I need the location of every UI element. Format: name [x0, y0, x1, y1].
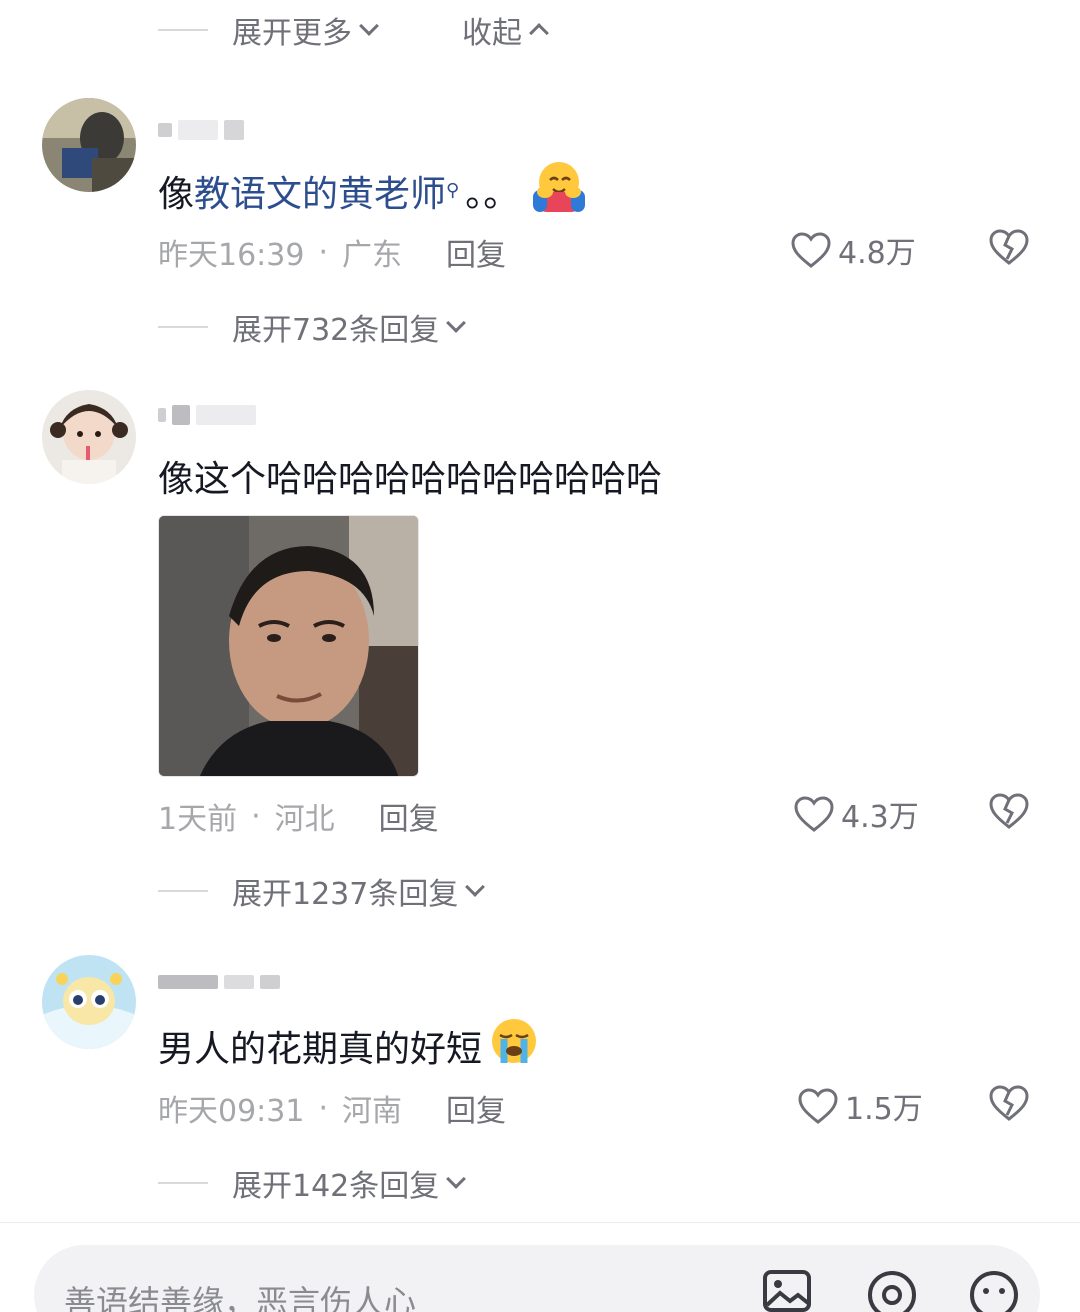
broken-heart-icon — [989, 229, 1029, 265]
image-icon — [763, 1270, 811, 1312]
divider-line — [158, 326, 208, 328]
comment-input-bar: 善语结善缘，恶言伤人心 — [0, 1222, 1080, 1312]
expand-replies-label: 展开142条回复 — [232, 1169, 440, 1204]
expand-more-button[interactable]: 展开更多 — [232, 8, 379, 52]
username-blur — [260, 975, 280, 989]
like-count: 4.8万 — [838, 236, 916, 271]
comment-search-link[interactable]: 教语文的黄老师 — [194, 165, 446, 217]
dislike-button[interactable] — [988, 792, 1030, 834]
comment-time: 昨天09:31 — [158, 1094, 305, 1129]
loudly-crying-face-emoji — [486, 1015, 542, 1076]
image-picker-button[interactable] — [762, 1269, 812, 1312]
comment-input-placeholder: 善语结善缘，恶言伤人心 — [64, 1283, 417, 1312]
like-button[interactable]: 4.3万 — [793, 792, 919, 836]
meta-separator: · — [318, 234, 329, 270]
expand-replies-label: 展开732条回复 — [232, 313, 440, 348]
search-icon: ⚲ — [446, 180, 460, 201]
heart-icon — [798, 1088, 838, 1124]
comment-image[interactable] — [158, 515, 419, 777]
comment-meta: 昨天09:31 · 河南 回复 — [158, 1086, 506, 1130]
username[interactable] — [158, 120, 244, 140]
comment-location: 河北 — [274, 802, 335, 837]
broken-heart-icon — [989, 1085, 1029, 1121]
like-button[interactable]: 4.8万 — [790, 228, 916, 272]
chevron-down-icon — [446, 313, 467, 333]
comment-text: 男人的花期真的好短 — [158, 1015, 542, 1076]
avatar[interactable] — [42, 98, 136, 192]
username-blur — [158, 408, 166, 422]
at-icon — [868, 1271, 916, 1312]
smile-icon — [970, 1271, 1018, 1312]
collapse-label: 收起 — [462, 16, 522, 51]
comment-text-plain: 像 — [158, 173, 195, 215]
expand-more-label: 展开更多 — [232, 16, 352, 51]
comment-location: 广东 — [342, 238, 403, 273]
username-blur — [224, 120, 244, 140]
divider-line — [158, 890, 208, 892]
divider-line — [158, 29, 208, 31]
like-count: 4.3万 — [841, 800, 919, 835]
chevron-up-icon — [529, 23, 549, 43]
expand-replies-row[interactable]: 展开142条回复 — [158, 1161, 467, 1205]
mention-button[interactable] — [866, 1269, 918, 1312]
chevron-down-icon — [465, 877, 486, 897]
username-blur — [224, 975, 254, 989]
username-blur — [172, 405, 190, 425]
comment-time: 1天前 — [158, 802, 238, 837]
avatar[interactable] — [42, 390, 136, 484]
chevron-down-icon — [446, 1169, 467, 1189]
comment-text-content: 男人的花期真的好短 — [158, 1028, 483, 1070]
comment-text: 像 教语文的黄老师 ⚲ 。。 — [158, 158, 587, 223]
like-count: 1.5万 — [845, 1092, 923, 1127]
username-blur — [158, 975, 218, 989]
comment-time: 昨天16:39 — [158, 238, 305, 273]
username[interactable] — [158, 975, 280, 989]
hugging-face-emoji — [531, 158, 587, 223]
username-blur — [196, 405, 256, 425]
username[interactable] — [158, 405, 256, 425]
comment-location: 河南 — [342, 1094, 403, 1129]
reply-button[interactable]: 回复 — [379, 794, 439, 838]
expand-replies-row[interactable]: 展开1237条回复 — [158, 869, 486, 913]
comment-text-tail: 。。 — [465, 173, 520, 215]
broken-heart-icon — [989, 793, 1029, 829]
comment-meta: 1天前 · 河北 回复 — [158, 794, 439, 838]
reply-button[interactable]: 回复 — [446, 1086, 506, 1130]
comment-text: 像这个哈哈哈哈哈哈哈哈哈哈哈 — [158, 450, 662, 502]
expand-replies-label: 展开1237条回复 — [232, 877, 459, 912]
comment-meta: 昨天16:39 · 广东 回复 — [158, 230, 506, 274]
meta-separator: · — [318, 1090, 329, 1126]
heart-icon — [794, 796, 834, 832]
expand-replies-row[interactable]: 展开732条回复 — [158, 305, 467, 349]
dislike-button[interactable] — [988, 228, 1030, 270]
dislike-button[interactable] — [988, 1084, 1030, 1126]
comment-text-content: 像这个哈哈哈哈哈哈哈哈哈哈哈 — [158, 459, 663, 500]
divider-line — [158, 1182, 208, 1184]
reply-button[interactable]: 回复 — [446, 230, 506, 274]
username-blur — [178, 120, 218, 140]
chevron-down-icon — [359, 16, 379, 36]
heart-icon — [791, 232, 831, 268]
avatar[interactable] — [42, 955, 136, 1049]
like-button[interactable]: 1.5万 — [797, 1084, 923, 1128]
emoji-button[interactable] — [968, 1269, 1020, 1312]
meta-separator: · — [251, 798, 261, 834]
username-blur — [158, 123, 172, 137]
expand-more-row: 展开更多 收起 — [158, 8, 549, 52]
collapse-button[interactable]: 收起 — [462, 8, 549, 52]
